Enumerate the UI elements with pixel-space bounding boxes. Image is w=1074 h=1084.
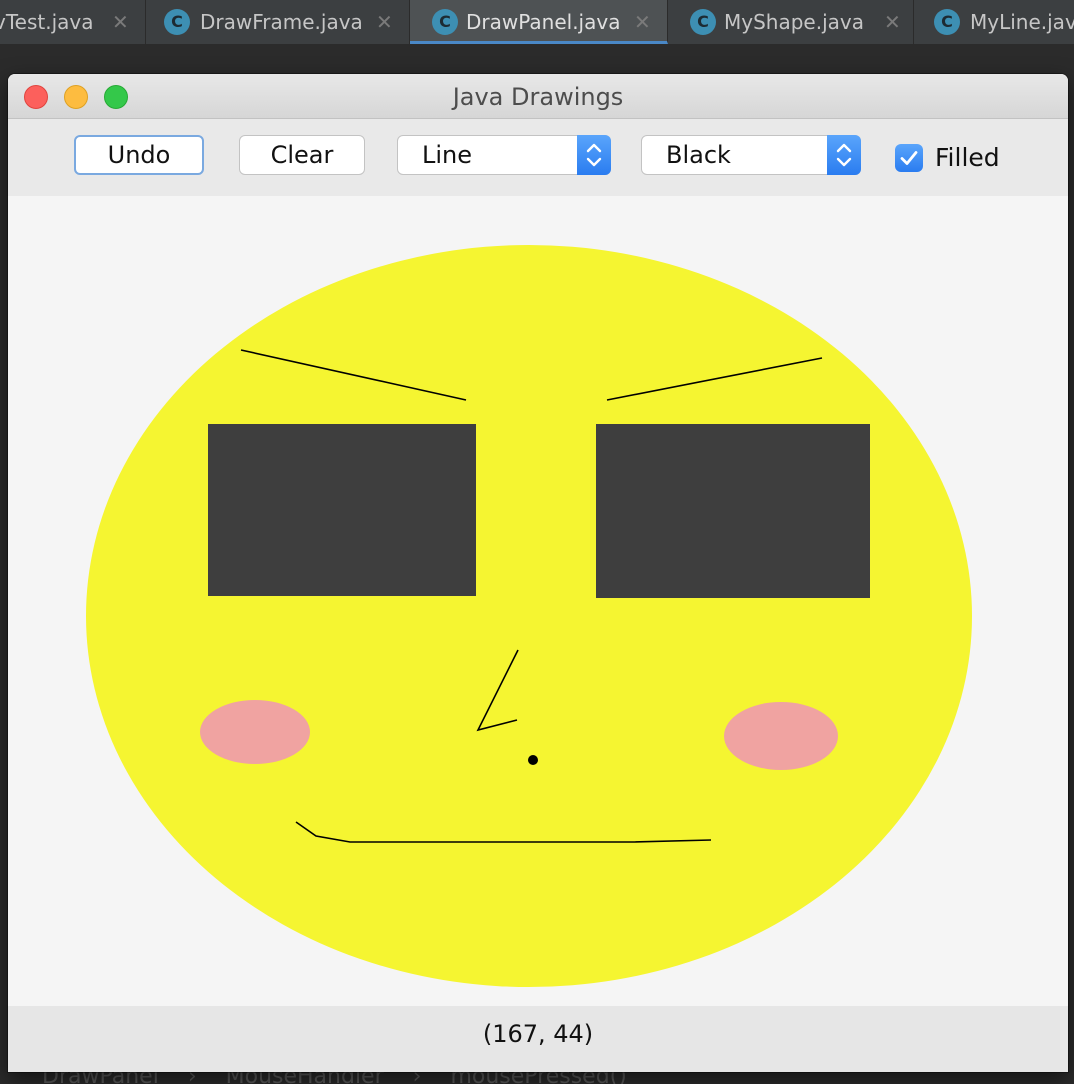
tab-label: DrawPanel.java: [466, 10, 621, 34]
java-drawings-window: Java Drawings Undo Clear Line Black Fill…: [8, 74, 1068, 1072]
window-title: Java Drawings: [452, 83, 624, 111]
toolbar: Undo Clear Line Black Filled: [8, 119, 1068, 196]
filled-label: Filled: [935, 143, 1000, 172]
tab-myshape-java[interactable]: C MyShape.java ✕: [668, 0, 914, 44]
tab-label: vTest.java: [0, 10, 94, 34]
minimize-window-button[interactable]: [64, 85, 88, 109]
undo-button[interactable]: Undo: [74, 135, 204, 175]
status-bar: (167, 44): [8, 1006, 1068, 1072]
breadcrumb-item[interactable]: DrawPanel: [42, 1070, 159, 1084]
close-icon[interactable]: ✕: [112, 0, 129, 44]
breadcrumb: DrawPanel › MouseHandler › mousePressed(…: [0, 1070, 1074, 1084]
checkmark-icon: [900, 151, 918, 165]
shape-select[interactable]: Line: [397, 135, 611, 175]
tab-label: MyLine.java: [970, 10, 1074, 34]
color-select[interactable]: Black: [641, 135, 861, 175]
tab-vtest-java[interactable]: vTest.java ✕: [0, 0, 146, 44]
close-icon[interactable]: ✕: [884, 0, 901, 44]
breadcrumb-separator: ›: [412, 1070, 422, 1084]
chevron-up-down-icon: [827, 135, 861, 175]
title-bar[interactable]: Java Drawings: [8, 74, 1068, 119]
close-icon[interactable]: ✕: [634, 0, 651, 41]
face-oval: [86, 245, 972, 987]
tab-myline-java[interactable]: C MyLine.java: [914, 0, 1074, 44]
breadcrumb-item[interactable]: mousePressed(): [450, 1070, 626, 1084]
class-icon: C: [690, 9, 716, 35]
drawing-canvas[interactable]: [8, 196, 1068, 1006]
mole-dot: [528, 755, 538, 765]
clear-button[interactable]: Clear: [239, 135, 365, 175]
left-cheek: [200, 700, 310, 764]
breadcrumb-separator: ›: [187, 1070, 197, 1084]
color-select-value: Black: [666, 141, 731, 169]
filled-checkbox[interactable]: [895, 144, 923, 172]
drawing-surface[interactable]: [8, 196, 1068, 1006]
breadcrumb-item[interactable]: MouseHandler: [226, 1070, 384, 1084]
class-icon: C: [934, 9, 960, 35]
tab-drawframe-java[interactable]: C DrawFrame.java ✕: [146, 0, 410, 44]
tab-drawpanel-java[interactable]: C DrawPanel.java ✕: [410, 0, 668, 44]
left-lens-rect: [208, 424, 476, 596]
editor-tab-bar: vTest.java ✕ C DrawFrame.java ✕ C DrawPa…: [0, 0, 1074, 45]
close-icon[interactable]: ✕: [376, 0, 393, 44]
tab-label: DrawFrame.java: [200, 10, 363, 34]
tab-label: MyShape.java: [724, 10, 864, 34]
class-icon: C: [164, 9, 190, 35]
zoom-window-button[interactable]: [104, 85, 128, 109]
class-icon: C: [432, 9, 458, 35]
mouse-coordinates: (167, 44): [482, 1020, 594, 1048]
right-lens-rect: [596, 424, 870, 598]
close-window-button[interactable]: [24, 85, 48, 109]
chevron-up-down-icon: [577, 135, 611, 175]
shape-select-value: Line: [422, 141, 473, 169]
right-cheek: [724, 702, 838, 770]
